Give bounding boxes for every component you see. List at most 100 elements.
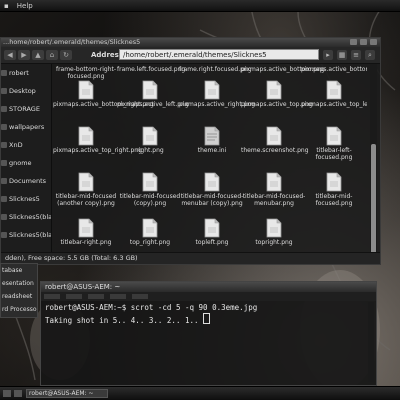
- image-file-icon: [142, 172, 158, 192]
- terminal-menu-item[interactable]: [88, 294, 104, 299]
- places-sidebar: robert Desktop STORAGE wallpapers XnD gn…: [1, 64, 52, 254]
- terminal-menu-item[interactable]: [44, 294, 60, 299]
- file-name: titlebar-mid-focused (another copy).png: [55, 193, 117, 207]
- folder-icon: [1, 70, 7, 76]
- menu-item-help[interactable]: Help: [17, 2, 33, 10]
- forward-button[interactable]: ▶: [18, 50, 30, 60]
- file-item[interactable]: theme.ini: [179, 126, 245, 154]
- sidebar-item-gnome[interactable]: gnome: [1, 154, 51, 172]
- terminal-output[interactable]: robert@ASUS-AEM:~$ scrot -cd 5 -q 90 0.3…: [45, 303, 366, 326]
- vertical-scrollbar[interactable]: [370, 64, 377, 254]
- text-file-icon: [204, 126, 220, 146]
- file-name: titlebar-mid-focused-menubar.png: [242, 193, 306, 207]
- reload-button[interactable]: ↻: [60, 50, 72, 60]
- view-list-button[interactable]: ≡: [351, 50, 361, 60]
- launcher-icon[interactable]: [14, 390, 22, 397]
- top-menubar: ▪ Help: [0, 0, 400, 12]
- sidebar-item-slicknes5-black-m[interactable]: Slicknes5(black-m...: [1, 226, 51, 244]
- minimize-button[interactable]: [350, 39, 357, 45]
- terminal-menu-item[interactable]: [66, 294, 82, 299]
- menu-item-word-processor[interactable]: rd Processor: [1, 303, 37, 316]
- terminal-menu-item[interactable]: [110, 294, 126, 299]
- folder-icon: [1, 142, 7, 148]
- sidebar-item-wallpapers[interactable]: wallpapers: [1, 118, 51, 136]
- maximize-button[interactable]: [360, 39, 367, 45]
- file-item[interactable]: topleft.png: [179, 218, 245, 246]
- image-file-icon: [78, 218, 94, 238]
- back-button[interactable]: ◀: [4, 50, 16, 60]
- sidebar-item-slicknes5-black[interactable]: Slicknes5(black...: [1, 208, 51, 226]
- file-item[interactable]: pixmaps.active_top_right.png: [53, 126, 142, 154]
- file-item[interactable]: titlebar-mid-focused-menubar (copy).png: [179, 172, 245, 207]
- file-item[interactable]: titlebar-mid-focused (copy).png: [117, 172, 183, 207]
- image-file-icon: [204, 80, 220, 100]
- folder-icon: [1, 232, 7, 238]
- file-name: titlebar-mid-focused.png: [315, 193, 353, 207]
- file-name: titlebar-left-focused.png: [315, 147, 353, 161]
- file-name: titlebar-mid-focused (copy).png: [119, 193, 181, 207]
- folder-icon: [1, 196, 7, 202]
- menu-item-spreadsheet[interactable]: readsheet: [1, 290, 37, 303]
- sidebar-item-documents[interactable]: Documents: [1, 172, 51, 190]
- file-item[interactable]: theme.screenshot.png: [241, 126, 309, 154]
- sidebar-item-slicknes5[interactable]: Slicknes5: [1, 190, 51, 208]
- file-item[interactable]: pixmaps.active_bottom_left.png: [301, 66, 367, 73]
- terminal-line: robert@ASUS-AEM:~$ scrot -cd 5 -q 90 0.3…: [45, 303, 258, 312]
- file-name: pixmaps.active_bottom_right.png: [53, 101, 154, 108]
- file-item[interactable]: titlebar-mid-focused-menubar.png: [241, 172, 307, 207]
- home-button[interactable]: ⌂: [46, 50, 58, 60]
- file-name: frame.left.focused.png: [117, 66, 186, 73]
- file-name: topright.png: [255, 239, 293, 246]
- close-button[interactable]: [370, 39, 377, 45]
- file-item[interactable]: top_right.png: [117, 218, 183, 246]
- terminal-window: robert@ASUS-AEM: ~ robert@ASUS-AEM:~$ sc…: [40, 281, 377, 386]
- address-input[interactable]: /home/robert/.emerald/themes/Slicknes5: [119, 49, 319, 60]
- image-file-icon: [142, 126, 158, 146]
- file-name: titlebar-right.png: [60, 239, 112, 246]
- image-file-icon: [326, 172, 342, 192]
- file-item[interactable]: frame-bottom-right-focused.png: [53, 66, 119, 80]
- view-icon-button[interactable]: ▦: [337, 50, 347, 60]
- up-button[interactable]: ▲: [32, 50, 44, 60]
- file-name: theme.screenshot.png: [241, 147, 309, 154]
- file-item[interactable]: titlebar-right.png: [53, 218, 119, 246]
- menu-item-presentation[interactable]: esentation: [1, 277, 37, 290]
- menu-item-database[interactable]: tabase: [1, 264, 37, 277]
- image-file-icon: [266, 80, 282, 100]
- file-item[interactable]: right.png: [117, 126, 183, 154]
- file-name: pixmaps.active_right.png: [179, 101, 256, 108]
- file-item[interactable]: frame.left.focused.png: [117, 66, 186, 73]
- terminal-scrollbar[interactable]: [368, 302, 374, 382]
- zoom-button[interactable]: ⌕: [365, 50, 375, 60]
- sidebar-item-storage[interactable]: STORAGE: [1, 100, 51, 118]
- image-file-icon: [78, 126, 94, 146]
- sidebar-item-xnd[interactable]: XnD: [1, 136, 51, 154]
- file-item[interactable]: pixmaps.active_right.png: [179, 80, 256, 108]
- terminal-menubar: [41, 292, 376, 301]
- file-item[interactable]: frame.right.focused.png: [179, 66, 252, 73]
- file-item[interactable]: pixmaps.active_top_left.png: [301, 80, 367, 108]
- scrollbar-thumb[interactable]: [371, 144, 376, 254]
- sidebar-item-home[interactable]: robert: [1, 64, 51, 82]
- window-controls: [350, 39, 377, 45]
- file-item[interactable]: titlebar-mid-focused (another copy).png: [53, 172, 119, 207]
- image-file-icon: [204, 172, 220, 192]
- sidebar-item-desktop[interactable]: Desktop: [1, 82, 51, 100]
- menu-icon[interactable]: ▪: [4, 2, 9, 10]
- file-item[interactable]: topright.png: [241, 218, 307, 246]
- file-item[interactable]: pixmaps.active_bottom_right.png: [53, 80, 154, 108]
- taskbar-terminal-button[interactable]: robert@ASUS-AEM: ~: [26, 389, 108, 398]
- file-name: pixmaps.active_top.png: [241, 101, 313, 108]
- file-item[interactable]: pixmaps.active_left.png: [117, 80, 189, 108]
- file-manager-window: ...home/robert/.emerald/themes/Slicknes5…: [0, 37, 381, 265]
- file-name: top_right.png: [129, 239, 171, 246]
- file-item[interactable]: pixmaps.active_top.png: [241, 80, 313, 108]
- terminal-menu-item[interactable]: [132, 294, 148, 299]
- go-button[interactable]: ▸: [323, 50, 333, 60]
- show-desktop-icon[interactable]: [3, 390, 11, 397]
- file-item[interactable]: titlebar-mid-focused.png: [301, 172, 367, 207]
- image-file-icon: [204, 218, 220, 238]
- file-name: pixmaps.active_top_right.png: [53, 147, 142, 154]
- file-item[interactable]: pixmaps.active_bottom.png: [241, 66, 325, 73]
- file-item[interactable]: titlebar-left-focused.png: [301, 126, 367, 161]
